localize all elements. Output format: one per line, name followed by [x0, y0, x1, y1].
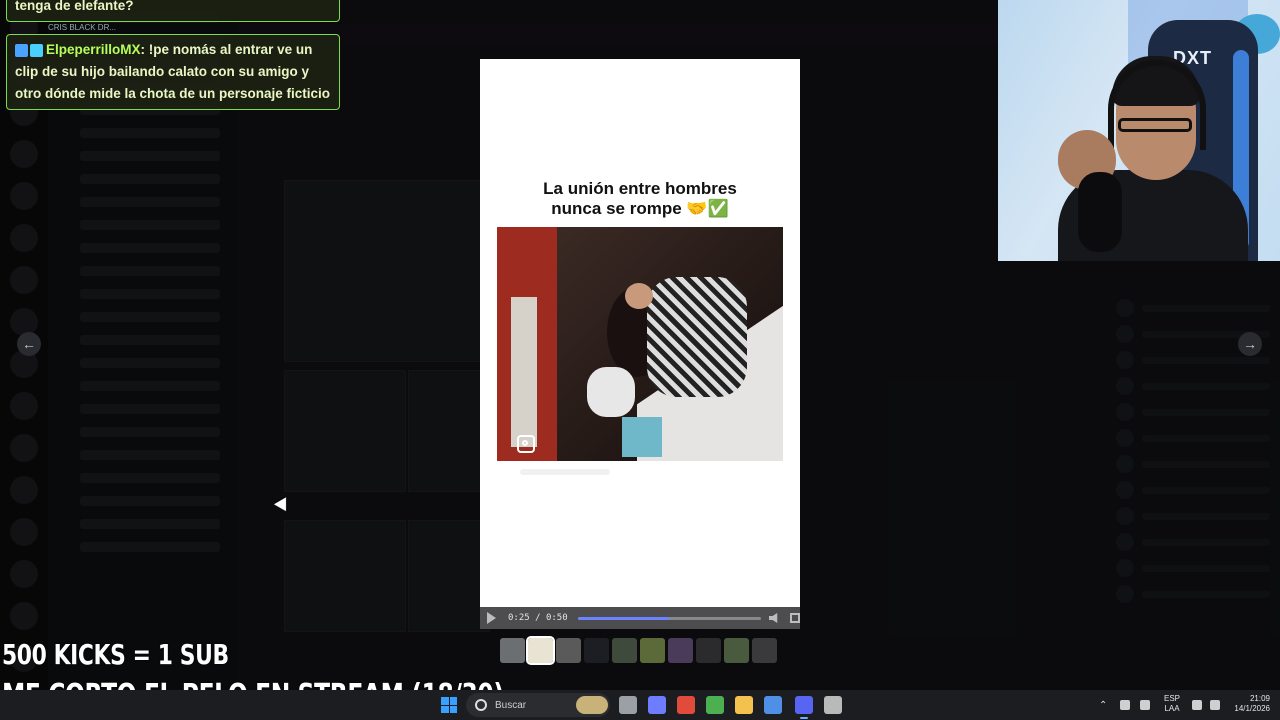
- media-viewer: La unión entre hombres nunca se rompe 🤝✅: [480, 59, 800, 629]
- copilot-icon[interactable]: [648, 696, 666, 714]
- clock-time: 21:09: [1249, 694, 1270, 703]
- file-explorer-icon[interactable]: [735, 696, 753, 714]
- taskbar-search[interactable]: Buscar: [466, 693, 610, 717]
- previous-arrow-icon[interactable]: ←: [17, 332, 41, 356]
- chrome-icon[interactable]: [677, 696, 695, 714]
- subscriber-badge-icon: [30, 43, 43, 57]
- media-thumbnail[interactable]: [500, 638, 525, 663]
- settings-icon[interactable]: [824, 696, 842, 714]
- play-icon[interactable]: [487, 612, 496, 624]
- webcam-feed: DXT: [998, 0, 1280, 261]
- discord-icon[interactable]: [795, 696, 813, 719]
- next-arrow-icon[interactable]: →: [1238, 332, 1262, 356]
- media-thumbnail[interactable]: [556, 638, 581, 663]
- clock-date: 14/1/2026: [1234, 704, 1270, 713]
- windows-start-icon[interactable]: [441, 697, 457, 713]
- chat-badges: [15, 43, 43, 57]
- seek-bar-progress: [577, 616, 670, 620]
- media-thumbnail-strip: [500, 636, 777, 665]
- task-view-icon[interactable]: [619, 696, 637, 714]
- taskbar-clock[interactable]: 21:09 14/1/2026: [1226, 694, 1270, 714]
- speaker-icon[interactable]: [1210, 700, 1220, 710]
- media-thumbnail[interactable]: [640, 638, 665, 663]
- verified-badge-icon: [15, 43, 28, 57]
- headset: [1108, 60, 1206, 150]
- tray-overflow-chevron-icon[interactable]: ⌃: [1099, 690, 1109, 720]
- current-time: 0:25: [508, 613, 530, 623]
- fullscreen-icon[interactable]: [790, 613, 800, 623]
- chat-reply-label: CRIS BLACK DR...: [48, 23, 117, 32]
- search-icon: [475, 699, 487, 711]
- caption-line-2: nunca se rompe 🤝✅: [551, 199, 729, 218]
- language-indicator[interactable]: ESP LAA: [1164, 694, 1180, 714]
- instagram-icon: [517, 435, 535, 453]
- media-thumbnail[interactable]: [526, 636, 555, 665]
- display-icon[interactable]: [1192, 700, 1202, 710]
- video-caption: La unión entre hombres nunca se rompe 🤝✅: [480, 179, 800, 219]
- minecraft-icon[interactable]: [706, 696, 724, 714]
- media-thumbnail[interactable]: [696, 638, 721, 663]
- media-thumbnail[interactable]: [584, 638, 609, 663]
- stream-goal-text: 500 KICKS = 1 SUB: [2, 638, 229, 671]
- windows-taskbar: Buscar ⌃ ESP LAA 21:09 14/1/2026: [0, 690, 1280, 720]
- stream-chat-overlay: tenga de elefante? CRIS BLACK DR... Elpe…: [6, 0, 340, 112]
- video-time: 0:25 / 0:50: [508, 613, 568, 623]
- chat-message-text: tenga de elefante?: [15, 0, 134, 13]
- caption-line-1: La unión entre hombres: [543, 179, 737, 198]
- media-thumbnail[interactable]: [752, 638, 777, 663]
- chat-message: ElpeperrilloMX: !pe nomás al entrar ve u…: [6, 34, 340, 110]
- microphone: [1078, 172, 1122, 252]
- microphone-icon[interactable]: [1140, 700, 1150, 710]
- volume-icon[interactable]: [768, 613, 778, 623]
- media-thumbnail[interactable]: [612, 638, 637, 663]
- total-time: 0:50: [545, 613, 568, 623]
- search-placeholder: Buscar: [495, 699, 527, 711]
- system-tray-right: [1192, 690, 1220, 720]
- media-thumbnail[interactable]: [668, 638, 693, 663]
- network-icon[interactable]: [1120, 700, 1130, 710]
- search-highlight-image: [576, 696, 608, 714]
- video-controls: 0:25 / 0:50: [480, 607, 800, 629]
- store-icon[interactable]: [764, 696, 782, 714]
- chat-username: ElpeperrilloMX: [46, 42, 141, 57]
- system-tray: [1120, 690, 1150, 720]
- seek-bar[interactable]: [577, 616, 761, 620]
- watermark: [520, 469, 610, 475]
- video-frame[interactable]: [497, 227, 783, 461]
- media-thumbnail[interactable]: [724, 638, 749, 663]
- chat-message: tenga de elefante?: [6, 0, 340, 22]
